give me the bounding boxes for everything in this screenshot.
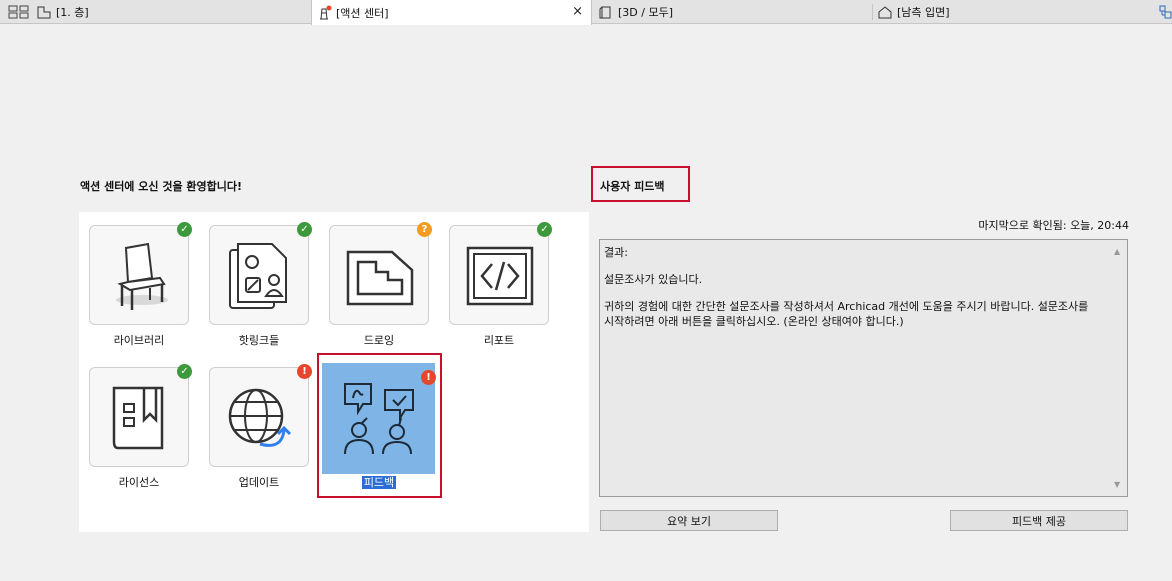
- status-ok-badge: ✓: [537, 222, 552, 237]
- hotlink-documents-icon: [229, 243, 287, 309]
- status-ok-badge: ✓: [297, 222, 312, 237]
- status-ok-badge: ✓: [177, 222, 192, 237]
- scrollbar[interactable]: ▲ ▼: [1113, 244, 1125, 492]
- tile-label-report: 리포트: [483, 334, 515, 347]
- scroll-up-icon[interactable]: ▲: [1114, 244, 1120, 259]
- tile-label-license: 라이선스: [118, 476, 160, 489]
- view-grid-icon[interactable]: [8, 5, 30, 19]
- tile-drawing[interactable]: ?: [329, 222, 432, 325]
- license-icon: [112, 386, 164, 450]
- status-warning-badge: ?: [417, 222, 432, 237]
- tab-elevation[interactable]: [남측 입면]: [873, 0, 1151, 24]
- tile-label-library: 라이브러리: [113, 334, 165, 347]
- status-ok-badge: ✓: [177, 364, 192, 379]
- result-textarea[interactable]: 결과: 설문조사가 있습니다. 귀하의 경험에 대한 간단한 설문조사를 작성하…: [599, 239, 1128, 497]
- tab-label: [액션 센터]: [336, 6, 389, 20]
- tile-label-drawing: 드로잉: [363, 334, 395, 347]
- tile-report[interactable]: ✓: [449, 222, 552, 325]
- tab-bar: [1. 층] [액션 센터] × [3D / 모두] [남측 입면]: [0, 0, 1172, 25]
- tab-action-center[interactable]: [액션 센터] ×: [311, 0, 592, 25]
- tile-license[interactable]: ✓: [89, 364, 192, 467]
- tab-3d[interactable]: [3D / 모두]: [594, 0, 872, 24]
- tab-label: [1. 층]: [56, 6, 89, 19]
- navigator-icon[interactable]: [1158, 4, 1172, 20]
- tile-hotlinks[interactable]: ✓: [209, 222, 312, 325]
- welcome-heading: 액션 센터에 오신 것을 환영합니다!: [80, 180, 243, 193]
- code-window-icon: [466, 246, 534, 306]
- tab-label: [남측 입면]: [897, 6, 950, 19]
- result-line-1: 설문조사가 있습니다.: [604, 273, 703, 286]
- feedback-title: 사용자 피드백: [600, 180, 665, 193]
- close-icon[interactable]: ×: [572, 5, 583, 19]
- result-line-2: 귀하의 경험에 대한 간단한 설문조사를 작성하셔서 Archicad 개선에 …: [604, 300, 1089, 328]
- tile-library[interactable]: ✓: [89, 222, 192, 325]
- lighthouse-icon: [320, 5, 332, 19]
- globe-update-icon: [228, 388, 292, 447]
- scroll-down-icon[interactable]: ▼: [1114, 477, 1120, 492]
- tile-update[interactable]: !: [209, 364, 312, 467]
- summary-button[interactable]: 요약 보기: [600, 510, 778, 531]
- chair-icon: [116, 242, 168, 310]
- 3d-cube-icon: [599, 6, 611, 19]
- give-feedback-button[interactable]: 피드백 제공: [950, 510, 1128, 531]
- highlight-feedback-tile: [317, 353, 442, 498]
- floor-plan-icon: [37, 6, 51, 19]
- elevation-icon: [878, 6, 892, 19]
- drawing-icon: [346, 250, 414, 306]
- last-checked-status: 마지막으로 확인됨: 오늘, 20:44: [978, 219, 1129, 232]
- status-error-badge: !: [297, 364, 312, 379]
- tab-label: [3D / 모두]: [618, 6, 673, 19]
- result-heading: 결과:: [604, 246, 628, 259]
- tab-floor-plan[interactable]: [1. 층]: [32, 0, 310, 24]
- tile-label-hotlinks: 핫링크들: [238, 334, 280, 347]
- tile-label-update: 업데이트: [238, 476, 280, 489]
